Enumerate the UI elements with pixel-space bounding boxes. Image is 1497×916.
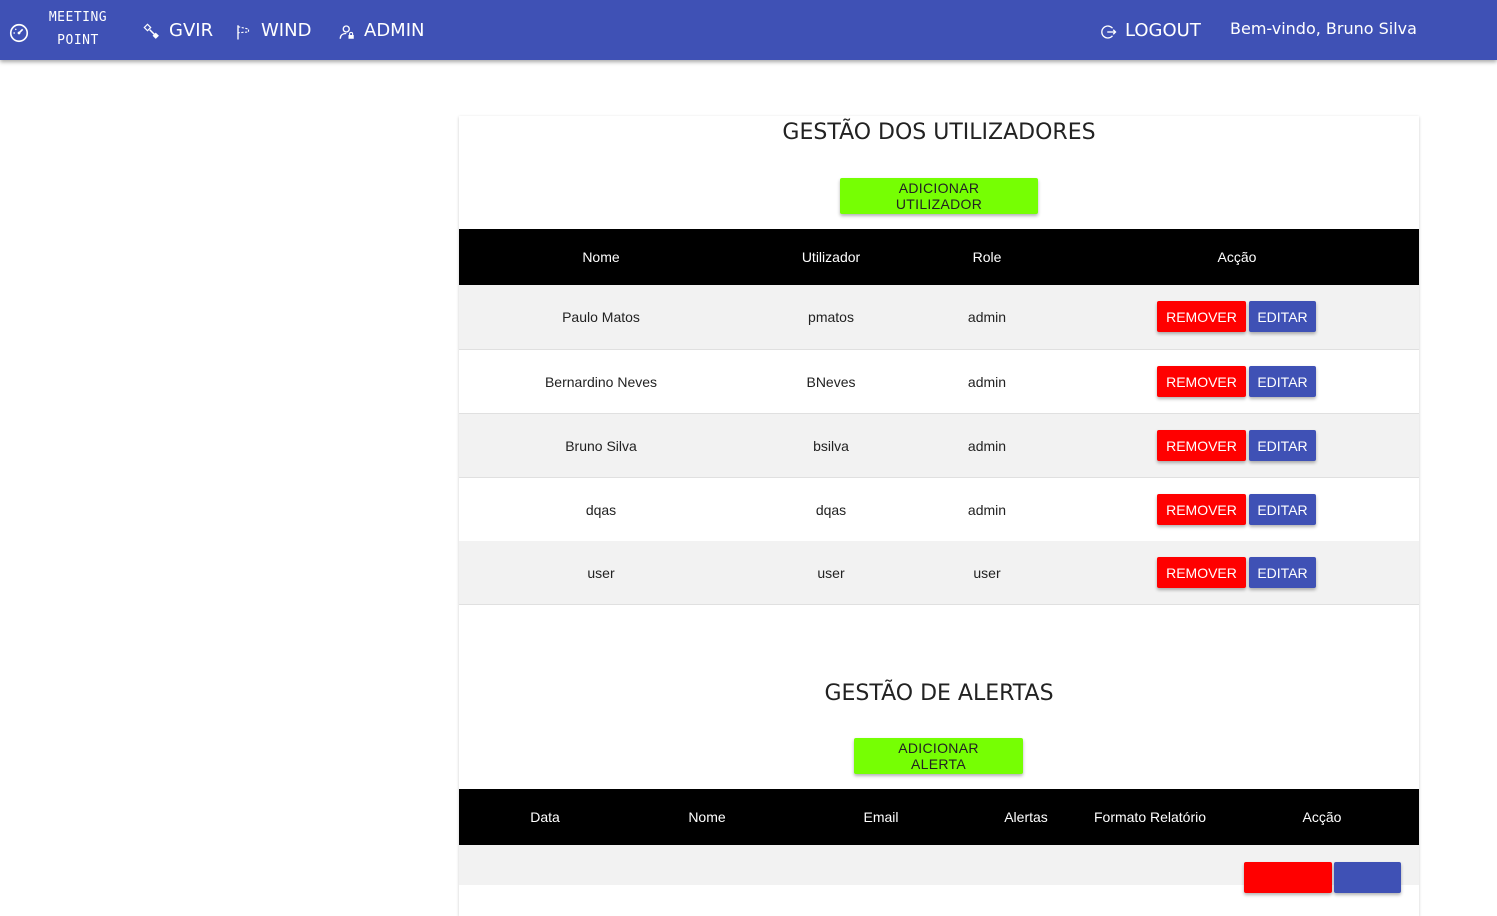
remove-button[interactable] [1244, 862, 1332, 893]
cell-utilizador: dqas [815, 502, 847, 518]
cell-nome: Paulo Matos [562, 309, 640, 325]
cell-nome: dqas [585, 502, 617, 518]
cell-role: admin [967, 438, 1007, 454]
table-row: Paulo Matos pmatos admin REMOVER EDITAR [459, 285, 1419, 350]
cell-utilizador: pmatos [808, 309, 854, 325]
cell-role: user [973, 565, 1001, 581]
brand-line2: POINT [57, 33, 99, 48]
add-alert-button[interactable]: ADICIONAR ALERTA [854, 738, 1023, 774]
cell-role: admin [967, 374, 1007, 390]
cell-nome: user [587, 565, 615, 581]
col-nome: Nome [582, 249, 620, 265]
welcome-message: Bem-vindo, Bruno Silva [1230, 19, 1417, 38]
cell-nome: Bruno Silva [565, 438, 637, 454]
remove-button[interactable]: REMOVER [1157, 430, 1246, 461]
col-alertas: Alertas [1004, 809, 1048, 825]
col-formato-relatorio: Formato Relatório [1093, 809, 1207, 825]
nav-gvir[interactable]: GVIR [143, 17, 213, 43]
remove-button[interactable]: REMOVER [1157, 301, 1246, 332]
table-row: Bruno Silva bsilva admin REMOVER EDITAR [459, 414, 1419, 478]
edit-button[interactable]: EDITAR [1249, 430, 1316, 461]
col-accao: Acção [1217, 249, 1257, 265]
speedometer-icon[interactable] [8, 22, 30, 44]
logout-button[interactable]: LOGOUT [1099, 17, 1201, 43]
col-nome: Nome [688, 809, 726, 825]
users-section-title: GESTÃO DOS UTILIZADORES [782, 120, 1096, 145]
col-accao: Acção [1302, 809, 1342, 825]
users-table-header: Nome Utilizador Role Acção [459, 229, 1419, 285]
nav-admin[interactable]: ADMIN [338, 17, 424, 43]
admin-card: GESTÃO DOS UTILIZADORES ADICIONAR UTILIZ… [459, 116, 1419, 916]
edit-button[interactable] [1334, 862, 1401, 893]
alerts-table-header: Data Nome Email Alertas Formato Relatóri… [459, 789, 1419, 845]
logout-icon [1101, 24, 1117, 39]
col-email: Email [863, 809, 899, 825]
edit-button[interactable]: EDITAR [1249, 366, 1316, 397]
top-navbar: MEETING POINT GVIR WIND ADMIN LOGOUT Bem… [0, 0, 1497, 60]
nav-admin-label: ADMIN [364, 19, 425, 41]
brand-line1: MEETING [48, 10, 108, 25]
satellite-icon [143, 22, 159, 39]
cell-role: admin [967, 309, 1007, 325]
edit-button[interactable]: EDITAR [1249, 301, 1316, 332]
cell-role: admin [967, 502, 1007, 518]
cell-utilizador: bsilva [813, 438, 849, 454]
cell-utilizador: BNeves [806, 374, 856, 390]
col-role: Role [972, 249, 1002, 265]
edit-button[interactable]: EDITAR [1249, 557, 1316, 588]
remove-button[interactable]: REMOVER [1157, 494, 1246, 525]
nav-gvir-label: GVIR [169, 19, 214, 41]
nav-wind[interactable]: WIND [235, 17, 311, 43]
col-data: Data [530, 809, 560, 825]
brand-logo[interactable]: MEETING POINT [42, 6, 114, 52]
nav-wind-label: WIND [261, 19, 312, 41]
col-utilizador: Utilizador [801, 249, 861, 265]
admin-user-icon [339, 24, 354, 39]
table-row: user user user REMOVER EDITAR [459, 541, 1419, 605]
table-row: Bernardino Neves BNeves admin REMOVER ED… [459, 350, 1419, 414]
logout-label: LOGOUT [1125, 19, 1201, 41]
cell-nome: Bernardino Neves [544, 374, 658, 390]
cell-utilizador: user [817, 565, 845, 581]
edit-button[interactable]: EDITAR [1249, 494, 1316, 525]
remove-button[interactable]: REMOVER [1157, 557, 1246, 588]
table-row [459, 845, 1419, 893]
remove-button[interactable]: REMOVER [1157, 366, 1246, 397]
table-row: dqas dqas admin REMOVER EDITAR [459, 478, 1419, 542]
windsock-icon [237, 24, 250, 39]
add-user-button[interactable]: ADICIONAR UTILIZADOR [840, 178, 1038, 214]
alerts-section-title: GESTÃO DE ALERTAS [824, 681, 1054, 706]
